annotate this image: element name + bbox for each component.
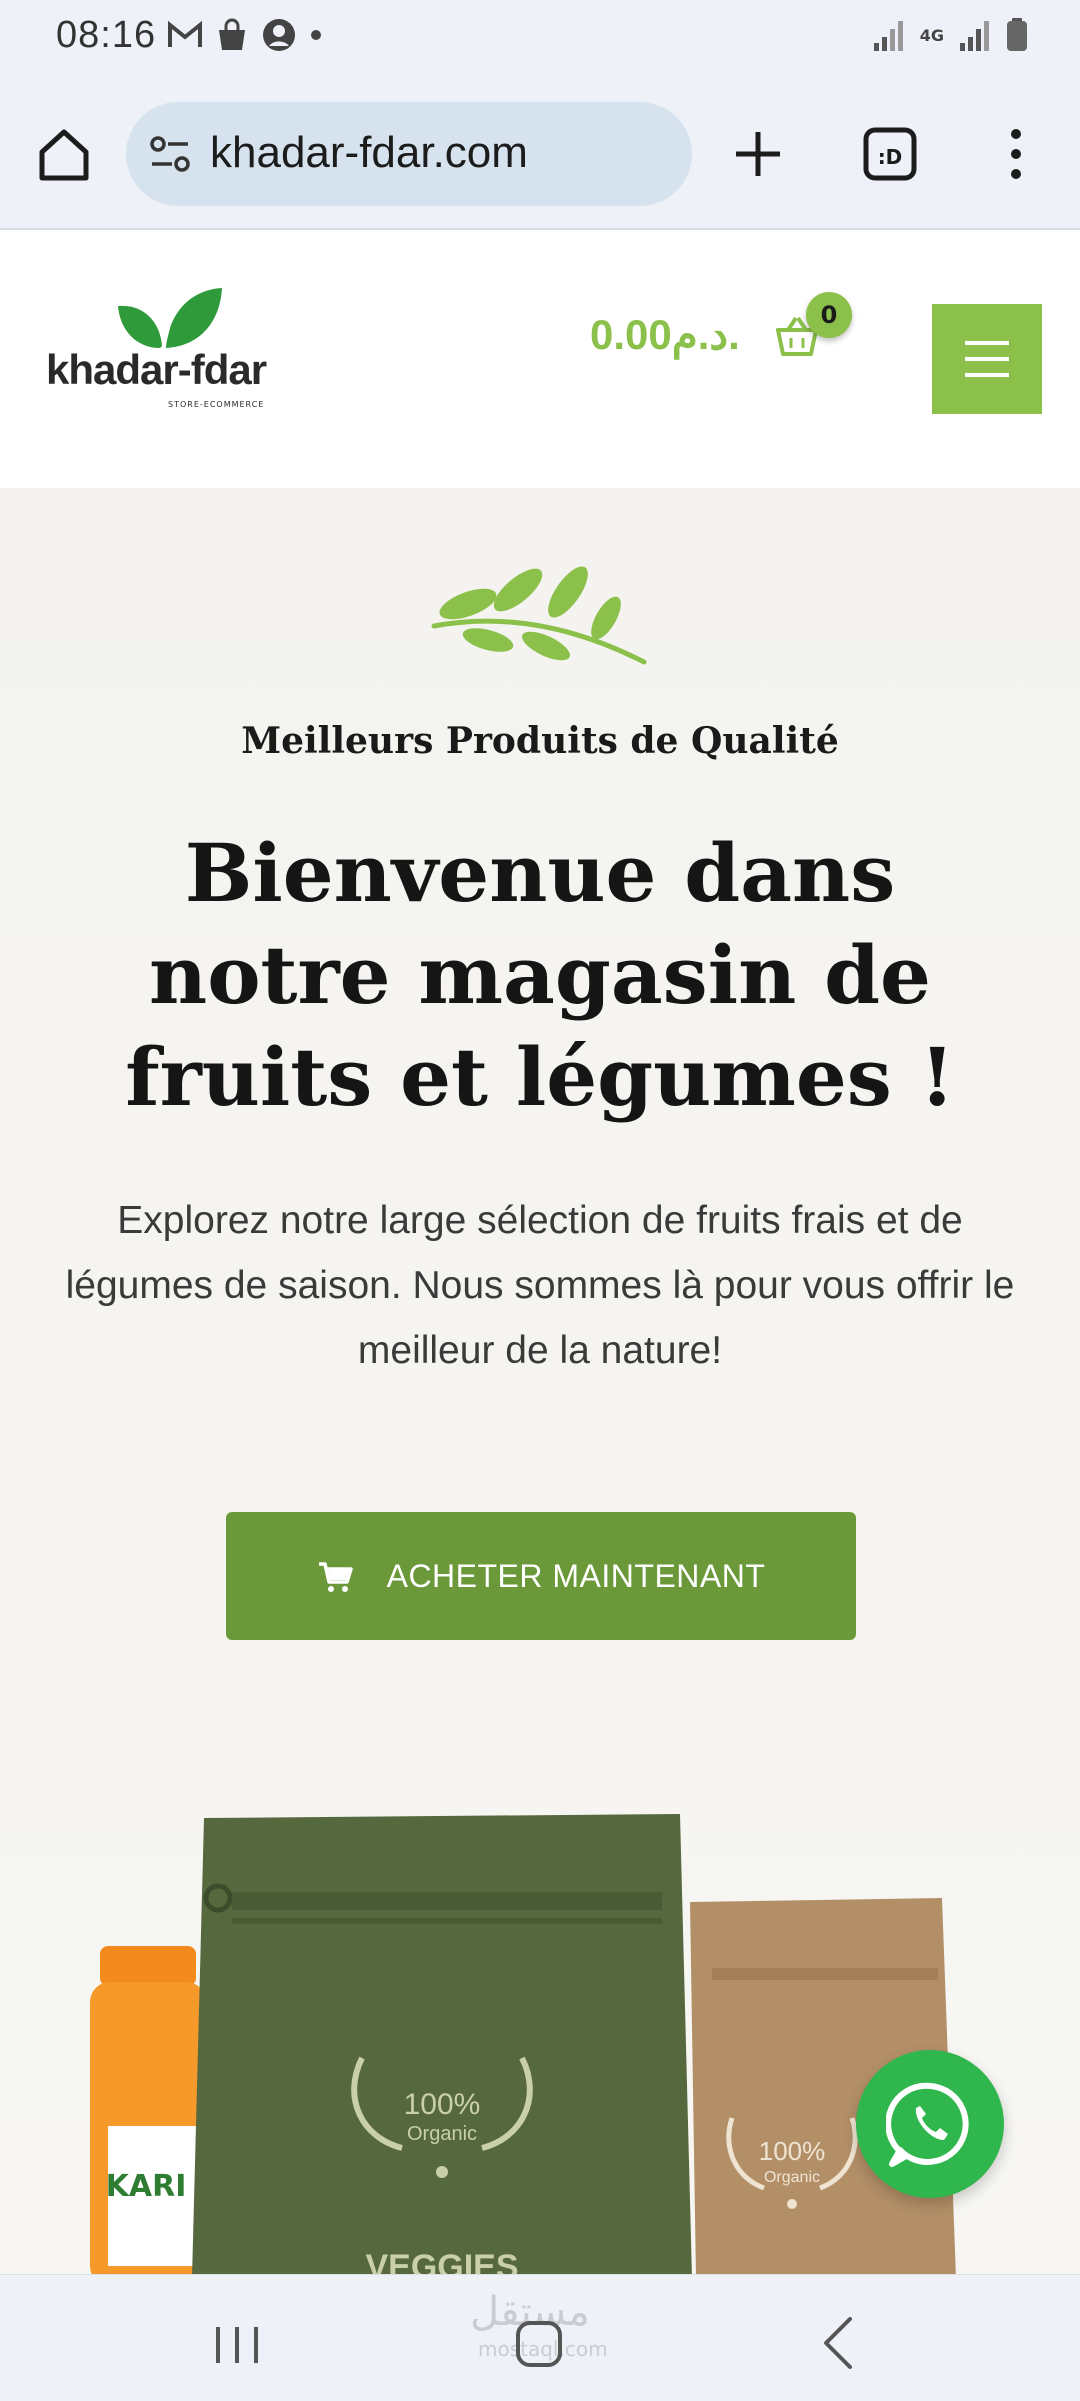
tab-count-text: :D [878, 145, 903, 169]
hero-title: Bienvenue dans notre magasin de fruits e… [125, 826, 955, 1124]
cart-icon [318, 1562, 353, 1592]
network-type-label: 4G [919, 25, 944, 45]
system-status-icons: 4G [873, 18, 1028, 52]
signal-icon [873, 21, 903, 51]
signal-icon-2 [960, 21, 989, 51]
hero-description: Explorez notre large sélection de fruits… [65, 1199, 1015, 1372]
menu-bar-1 [965, 341, 1009, 345]
site-header: khadar-fdar STORE-ECOMMERCE 0.00د.م. 0 [0, 230, 1080, 488]
url-text[interactable]: khadar-fdar.com [210, 128, 528, 178]
jar-label: KARI [106, 2169, 187, 2204]
leaf-logo-icon [118, 288, 222, 349]
green-veggies-bag-image: 100% Organic VEGGIES [192, 1814, 692, 2278]
menu-bar-3 [965, 373, 1009, 377]
system-home-icon[interactable] [514, 2319, 564, 2369]
logo-tagline: STORE-ECOMMERCE [168, 400, 265, 409]
cart-count-badge: 0 [806, 292, 852, 338]
overflow-menu-icon[interactable] [988, 122, 1044, 186]
green-bag-badge-sub: Organic [407, 2123, 477, 2145]
menu-toggle-button[interactable] [932, 304, 1042, 414]
menu-bar-2 [965, 357, 1009, 361]
status-time: 08:16 [56, 14, 157, 56]
gmail-icon [168, 21, 202, 47]
hero-kicker: Meilleurs Produits de Qualité [241, 720, 839, 762]
new-tab-icon[interactable] [726, 122, 790, 186]
back-icon[interactable] [818, 2315, 858, 2371]
kraft-bag-badge: 100% [759, 2136, 826, 2166]
shop-now-button[interactable]: ACHETER MAINTENANT [226, 1512, 856, 1640]
olive-branch-icon [431, 566, 647, 665]
kraft-bag-badge-sub: Organic [764, 2169, 820, 2186]
dot-icon [311, 30, 321, 40]
hero-section: Meilleurs Produits de Qualité Bienvenue … [0, 488, 1080, 2286]
logo-wordmark: khadar-fdar [46, 346, 267, 393]
tab-switcher-icon: :D [863, 127, 917, 181]
whatsapp-chat-button[interactable] [856, 2050, 1004, 2198]
address-bar[interactable]: khadar-fdar.com [126, 102, 692, 206]
notification-icons [168, 18, 322, 52]
battery-icon [1007, 18, 1027, 51]
cart-total[interactable]: 0.00د.م. [590, 310, 740, 359]
site-settings-icon[interactable] [148, 132, 192, 176]
home-icon[interactable] [34, 124, 94, 184]
browser-toolbar: khadar-fdar.com :D [0, 78, 1080, 230]
tab-switcher-button[interactable]: :D [862, 126, 918, 182]
status-bar: 08:16 4G [0, 0, 1080, 78]
green-bag-badge: 100% [404, 2088, 481, 2121]
site-logo[interactable]: khadar-fdar STORE-ECOMMERCE [46, 284, 306, 424]
system-nav-bar: مستقل mostaql.com [0, 2274, 1080, 2401]
whatsapp-icon [886, 2082, 969, 2167]
shop-now-label: ACHETER MAINTENANT [386, 1557, 766, 1594]
product-showcase: KARI 100% Organic VEGGIES 100% Organic [0, 1808, 1080, 2286]
account-icon [263, 19, 295, 51]
recent-apps-icon[interactable] [212, 2325, 262, 2365]
shopping-bag-icon [219, 18, 245, 50]
